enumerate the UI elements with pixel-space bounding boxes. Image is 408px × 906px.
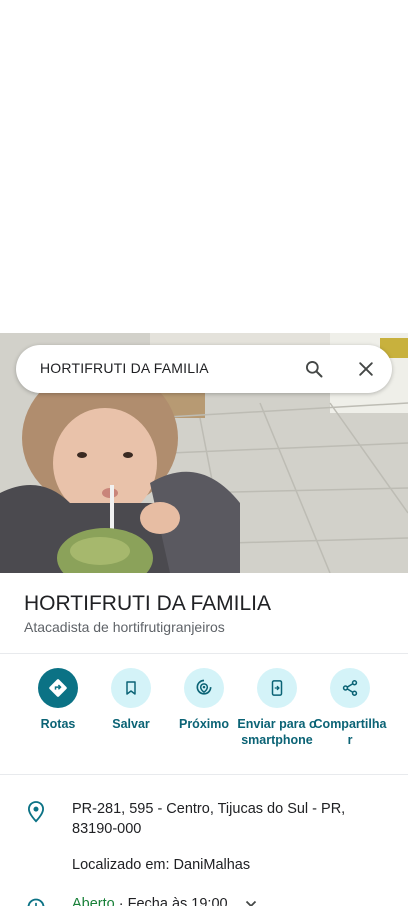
search-icon[interactable]	[304, 359, 324, 379]
chevron-down-icon[interactable]	[245, 900, 257, 906]
place-title: HORTIFRUTI DA FAMILIA	[24, 592, 271, 615]
divider	[0, 774, 408, 775]
search-input[interactable]: HORTIFRUTI DA FAMILIA	[40, 360, 209, 376]
close-icon[interactable]	[356, 359, 376, 379]
directions-button[interactable]: Rotas	[18, 668, 98, 732]
send-to-phone-icon	[257, 668, 297, 708]
share-button[interactable]: Compartilhar	[310, 668, 390, 748]
action-label: Próximo	[178, 717, 229, 731]
action-label: Compartilhar	[313, 717, 387, 747]
place-address[interactable]: PR-281, 595 - Centro, Tijucas do Sul - P…	[72, 799, 392, 839]
share-icon	[330, 668, 370, 708]
directions-icon	[38, 668, 78, 708]
place-category[interactable]: Atacadista de hortifrutigranjeiros	[24, 619, 225, 635]
bookmark-icon	[111, 668, 151, 708]
location-pin-icon	[27, 801, 45, 823]
save-button[interactable]: Salvar	[91, 668, 171, 732]
nearby-icon	[184, 668, 224, 708]
send-to-phone-button[interactable]: Enviar para o smartphone	[237, 668, 317, 748]
action-label: Rotas	[40, 717, 76, 731]
action-label: Enviar para o smartphone	[237, 717, 317, 747]
map-area-blank	[0, 0, 408, 333]
closing-time: Fecha às 19:00	[127, 896, 228, 906]
divider	[0, 653, 408, 654]
opening-hours[interactable]: Aberto · Fecha às 19:00	[72, 896, 228, 906]
open-status: Aberto	[72, 896, 115, 906]
located-in[interactable]: Localizado em: DaniMalhas	[72, 857, 250, 873]
search-bar[interactable]: HORTIFRUTI DA FAMILIA	[16, 345, 392, 393]
nearby-button[interactable]: Próximo	[164, 668, 244, 732]
hours-separator: ·	[118, 896, 128, 906]
action-bar: Rotas Salvar Próximo Enviar para o smart…	[0, 668, 408, 768]
action-label: Salvar	[112, 717, 150, 731]
clock-icon	[27, 898, 45, 906]
